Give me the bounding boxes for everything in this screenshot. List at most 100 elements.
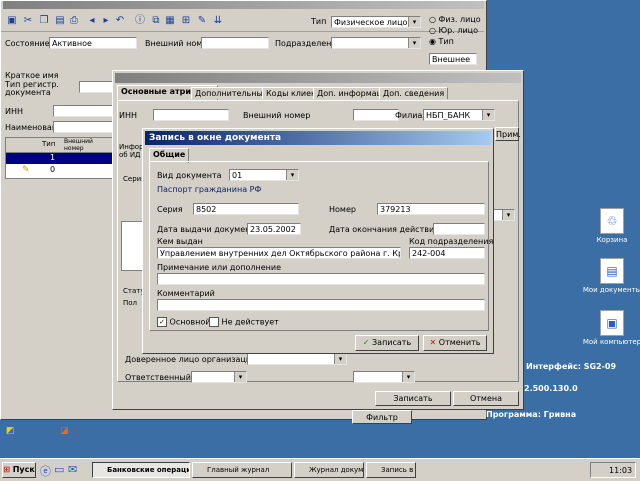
inn-field[interactable] <box>53 105 113 117</box>
arrow-right-icon[interactable]: ▸ <box>99 14 113 28</box>
podrazdel-field[interactable]: ▾ <box>331 37 421 49</box>
grid-icon[interactable]: ⊞ <box>179 14 193 28</box>
nomer-label: Номер <box>329 205 356 214</box>
vid-doc-select[interactable]: 01 ▾ <box>229 169 299 181</box>
osnovnoy-checkbox[interactable]: ✓ Основной <box>157 317 210 327</box>
report-icon[interactable]: ▦ <box>163 14 177 28</box>
client-card-titlebar <box>115 73 521 83</box>
inn-field[interactable] <box>153 109 229 121</box>
fiz-litso-radio[interactable]: ○ Физ. лицо <box>429 15 481 24</box>
extra-select[interactable]: Внешнее <box>429 53 477 65</box>
sostoyanie-field[interactable]: Активное <box>49 37 137 49</box>
task-documents[interactable]: Журнал документов <box>294 462 364 478</box>
desktop-icon-recycle-label: Корзина <box>596 236 628 244</box>
system-tray: 11:03 <box>590 462 636 478</box>
doverennoe-select[interactable]: ▾ <box>247 353 347 365</box>
quicklaunch-ie-icon[interactable]: ⓔ <box>40 463 51 479</box>
document-dialog: Запись в окне документа Общие Вид докуме… <box>142 128 494 354</box>
vid-doc-value: 01 <box>232 171 243 180</box>
kod-podr-label: Код подразделения <box>409 237 494 246</box>
vnutr-nomer-field[interactable] <box>353 109 399 121</box>
quicklaunch-mail-icon[interactable]: ✉ <box>68 463 77 476</box>
data-vydachi-label: Дата выдачи документа <box>157 225 260 234</box>
kod-podr-value: 242-004 <box>412 249 446 258</box>
chevron-down-icon[interactable]: ▾ <box>502 210 514 220</box>
desktop-icon-rz[interactable]: ◩ <box>6 426 15 436</box>
chevron-down-icon[interactable]: ▾ <box>482 110 494 120</box>
clients-grid[interactable]: Тип Внешний номер 1 0 ✎ <box>5 137 119 179</box>
grid-col-nomer: Внешний номер <box>64 138 93 152</box>
tab-add-data[interactable]: Доп. сведения <box>379 87 449 99</box>
tip-reg-doc-label: Тип регистр. документа <box>5 80 59 97</box>
tip2-radio[interactable]: ◉ Тип <box>429 37 454 46</box>
save-icon[interactable]: ▣ <box>5 14 19 28</box>
naimenovanie-field[interactable] <box>53 121 113 133</box>
nomer-field[interactable]: 379213 <box>377 203 485 215</box>
chevron-down-icon[interactable]: ▾ <box>408 17 420 27</box>
seria-label: Серия <box>157 205 183 214</box>
table-row[interactable] <box>6 153 118 164</box>
paste-icon[interactable]: ▤ <box>53 14 67 28</box>
arrow-left-icon[interactable]: ◂ <box>85 14 99 28</box>
task-record[interactable]: Запись в окне <box>366 462 416 478</box>
kem-vydan-value: Управлением внутренних дел Октябрьского … <box>160 249 400 258</box>
otvetstv-select[interactable]: ▾ <box>191 371 247 383</box>
data-vydachi-field[interactable]: 23.05.2002 <box>247 223 301 235</box>
clock[interactable]: 11:03 <box>609 466 632 475</box>
seria-field[interactable]: 8502 <box>193 203 299 215</box>
otvetstv2-select[interactable]: ▾ <box>353 371 415 383</box>
chevron-down-icon[interactable]: ▾ <box>234 372 246 382</box>
chevron-down-icon[interactable]: ▾ <box>408 38 420 48</box>
info-icon[interactable]: ⓘ <box>133 14 147 28</box>
filial-select[interactable]: НБП_БАНК ▾ <box>423 109 495 121</box>
desktop-icon-computer[interactable]: ▣ Мой компьютер <box>582 310 640 346</box>
kod-podr-field[interactable]: 242-004 <box>409 247 485 259</box>
quicklaunch-desktop-icon[interactable]: ▭ <box>54 463 64 476</box>
print-icon[interactable]: ⎙ <box>67 14 81 28</box>
recycle-bin-icon: ♲ <box>600 208 624 234</box>
tip-select[interactable]: Физическое лицо ▾ <box>331 16 421 28</box>
right-select[interactable]: ▾ <box>493 209 515 221</box>
kommentariy-field[interactable] <box>157 299 485 311</box>
primechanie-field[interactable] <box>157 273 485 285</box>
copy-doc-icon[interactable]: ⧉ <box>149 14 163 28</box>
dialog-save-button[interactable]: ✓ Записать <box>355 335 419 351</box>
expand-icon[interactable]: ⇊ <box>211 14 225 28</box>
side-label-pol: Пол <box>123 299 138 307</box>
chevron-down-icon[interactable]: ▾ <box>402 372 414 382</box>
desktop-icon-recycle[interactable]: ♲ Корзина <box>582 208 640 244</box>
desktop-icon-documents[interactable]: ▤ Мои документы <box>582 258 640 294</box>
pasport-title: Паспорт гражданина РФ <box>157 185 262 194</box>
pen-icon[interactable]: ✎ <box>195 14 209 28</box>
dialog-title: Запись в окне документа <box>149 133 282 143</box>
task-banking[interactable]: Банковские операции <box>92 462 190 478</box>
vnutr-nomer-field[interactable] <box>201 37 269 49</box>
ne-deystvuet-check-icon[interactable] <box>209 317 219 327</box>
start-button[interactable]: ⊞ Пуск <box>2 462 36 478</box>
chevron-down-icon[interactable]: ▾ <box>334 354 346 364</box>
filter-button[interactable]: Фильтр <box>352 410 412 424</box>
desktop-icon-ub[interactable]: ◪ <box>60 426 69 436</box>
cancel-button[interactable]: Отмена <box>453 391 519 406</box>
cut-icon[interactable]: ✂ <box>21 14 35 28</box>
apply-button[interactable]: Прим. <box>495 127 521 141</box>
save-button[interactable]: Записать <box>375 391 451 406</box>
osnovnoy-check-icon[interactable]: ✓ <box>157 317 167 327</box>
tip-select-value: Физическое лицо <box>334 18 408 27</box>
ne-deystvuet-checkbox[interactable]: Не действует <box>209 317 279 327</box>
data-vydachi-value: 23.05.2002 <box>250 225 296 234</box>
data-okonch-field[interactable] <box>433 223 485 235</box>
dialog-titlebar: Запись в окне документа <box>145 131 491 145</box>
tip-reg-doc-field[interactable] <box>79 81 113 93</box>
chevron-down-icon[interactable]: ▾ <box>286 170 298 180</box>
dialog-cancel-button[interactable]: ✕ Отменить <box>423 335 487 351</box>
undo-icon[interactable]: ↶ <box>113 14 127 28</box>
bottom-label-doverennoe: Доверенное лицо организации <box>125 355 257 364</box>
kem-vydan-field[interactable]: Управлением внутренних дел Октябрьского … <box>157 247 401 259</box>
checkmark-icon: ✓ <box>362 338 370 347</box>
copy-icon[interactable]: ❐ <box>37 14 51 28</box>
dialog-save-label: Записать <box>372 338 412 347</box>
task-journal[interactable]: Главный журнал <box>192 462 292 478</box>
yur-litso-radio[interactable]: ○ Юр. лицо <box>429 26 478 35</box>
vnutr-nomer-label: Внешний номер <box>243 111 311 120</box>
